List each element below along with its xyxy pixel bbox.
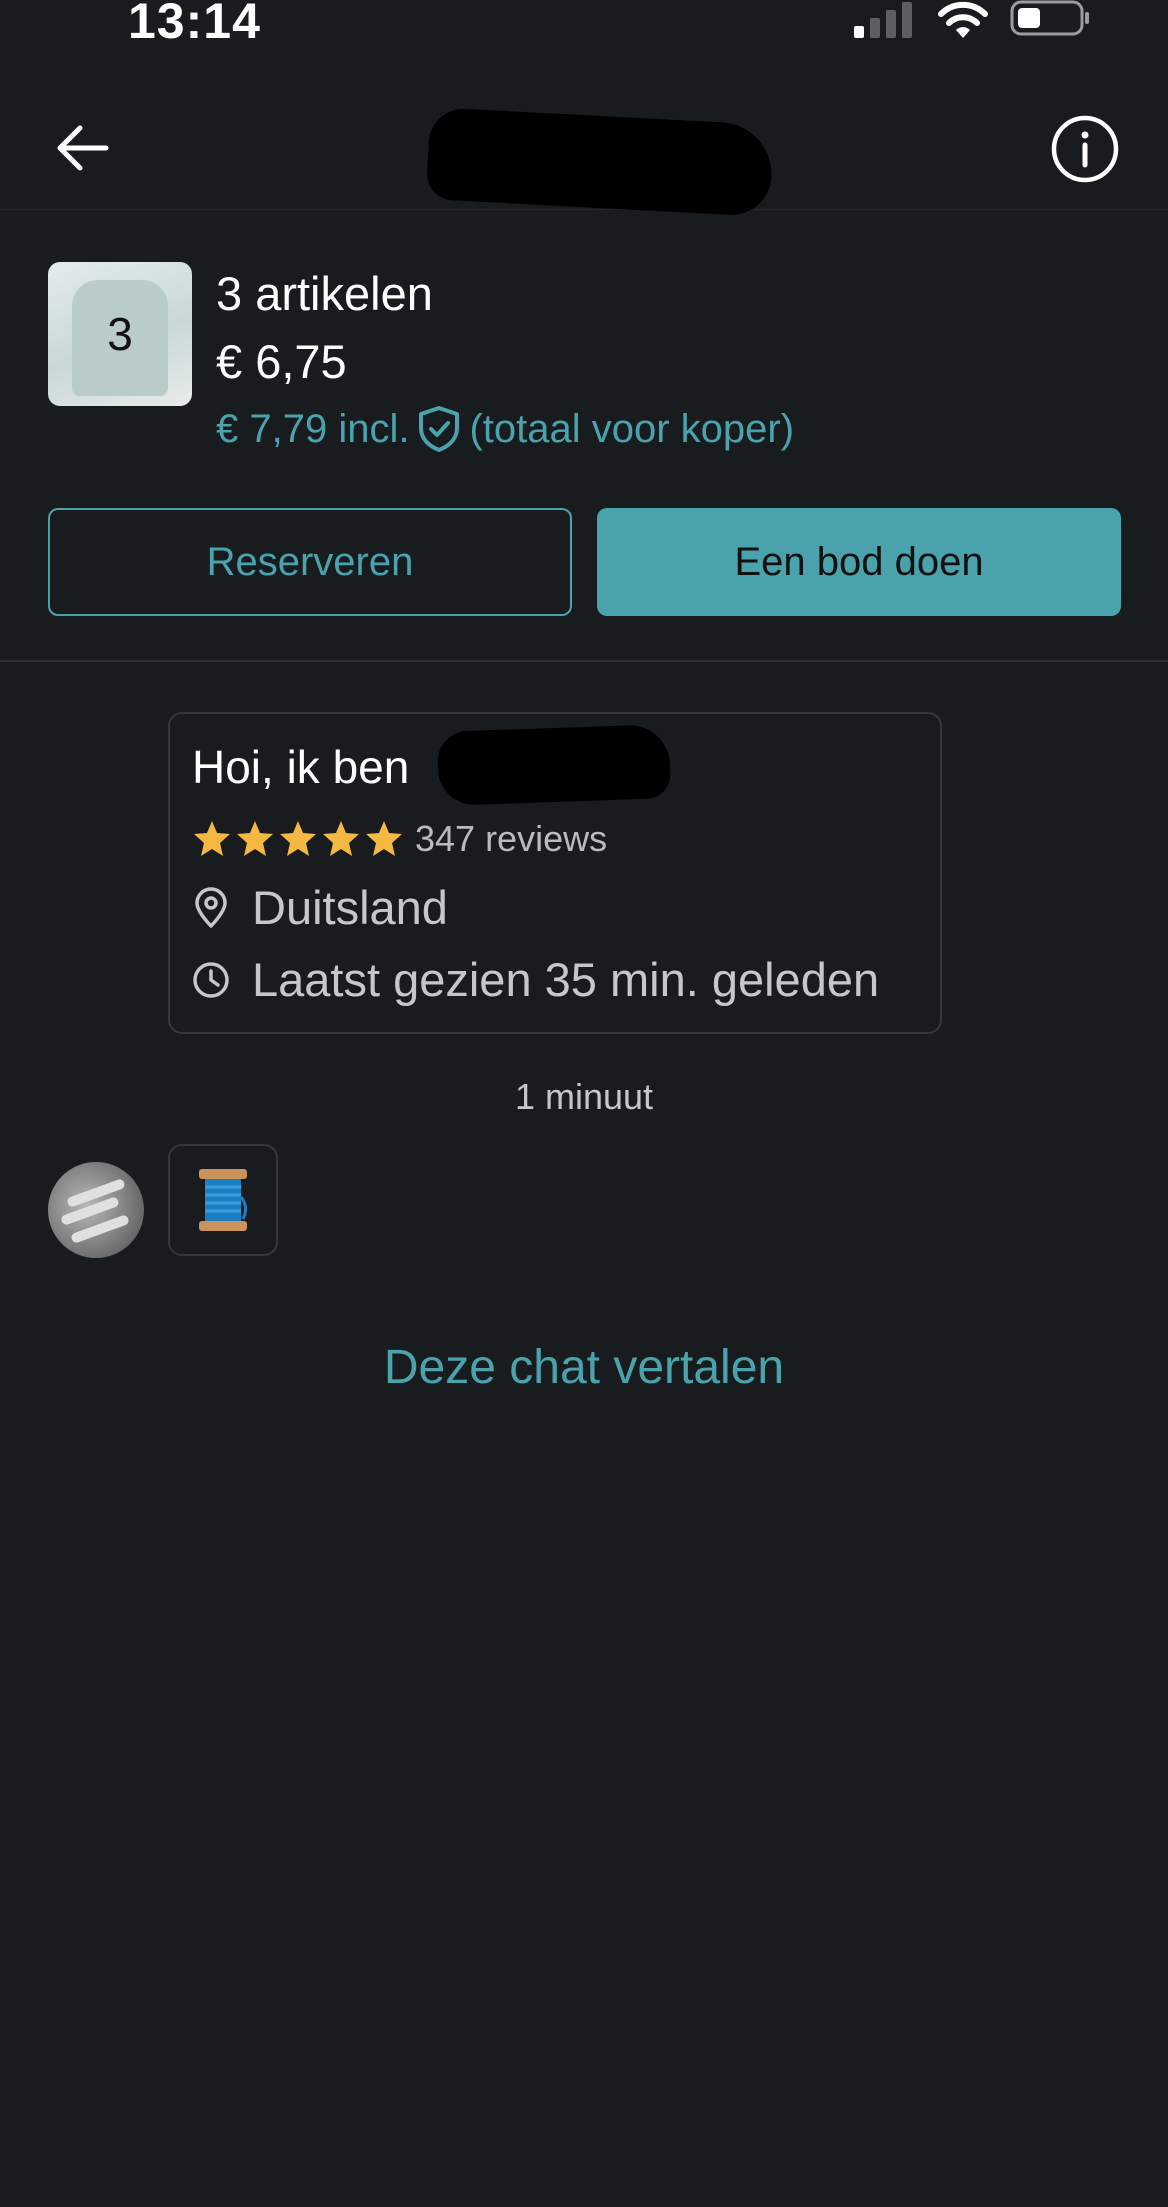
seller-last-seen: Laatst gezien 35 min. geleden xyxy=(192,952,879,1007)
message-bubble[interactable] xyxy=(168,1144,278,1256)
status-time: 13:14 xyxy=(128,0,261,49)
message-timestamp: 1 minuut xyxy=(514,1076,654,1117)
location-text: Duitsland xyxy=(252,881,448,934)
seller-card[interactable]: Hoi, ik ben 347 reviews Duitsland Laatst… xyxy=(168,712,942,1034)
incl-price: € 7,79 incl. xyxy=(216,406,410,451)
buyer-total[interactable]: € 7,79 incl. (totaal voor koper) xyxy=(216,405,794,453)
star-icon xyxy=(194,821,230,856)
make-offer-button[interactable]: Een bod doen xyxy=(597,508,1121,616)
star-icon xyxy=(280,821,316,856)
item-price: € 6,75 xyxy=(216,335,347,388)
seller-location: Duitsland xyxy=(192,880,448,935)
wifi-icon xyxy=(938,1,988,38)
shield-check-icon xyxy=(419,406,460,452)
nav-header xyxy=(0,60,1168,217)
reserve-button[interactable]: Reserveren xyxy=(48,508,572,616)
avatar[interactable] xyxy=(48,1162,144,1258)
last-seen-text: Laatst gezien 35 min. geleden xyxy=(252,953,880,1006)
seller-rating: 347 reviews xyxy=(192,818,607,860)
battery-icon xyxy=(1010,0,1089,36)
arrow-left-icon[interactable] xyxy=(52,118,112,178)
info-circle-icon[interactable] xyxy=(1050,114,1120,184)
item-thumb-count: 3 xyxy=(107,308,133,360)
star-icon xyxy=(237,821,273,856)
redacted-seller-name xyxy=(436,723,672,807)
item-thumbnail[interactable]: 3 xyxy=(48,262,192,406)
item-count: 3 artikelen xyxy=(216,267,433,320)
divider xyxy=(0,660,1168,662)
status-bar: 13:14 xyxy=(0,0,1168,60)
review-count: 347 reviews xyxy=(415,818,608,859)
incl-suffix: (totaal voor koper) xyxy=(469,406,795,451)
thread-spool-icon xyxy=(199,1169,248,1231)
seller-greeting: Hoi, ik ben xyxy=(192,741,410,793)
translate-chat-link[interactable]: Deze chat vertalen xyxy=(0,1340,1168,1395)
star-icon xyxy=(323,821,359,856)
star-icon xyxy=(366,821,402,856)
clock-icon xyxy=(193,961,229,998)
location-pin-icon xyxy=(195,886,227,928)
redacted-title xyxy=(425,107,775,217)
cellular-signal-icon xyxy=(854,2,914,38)
